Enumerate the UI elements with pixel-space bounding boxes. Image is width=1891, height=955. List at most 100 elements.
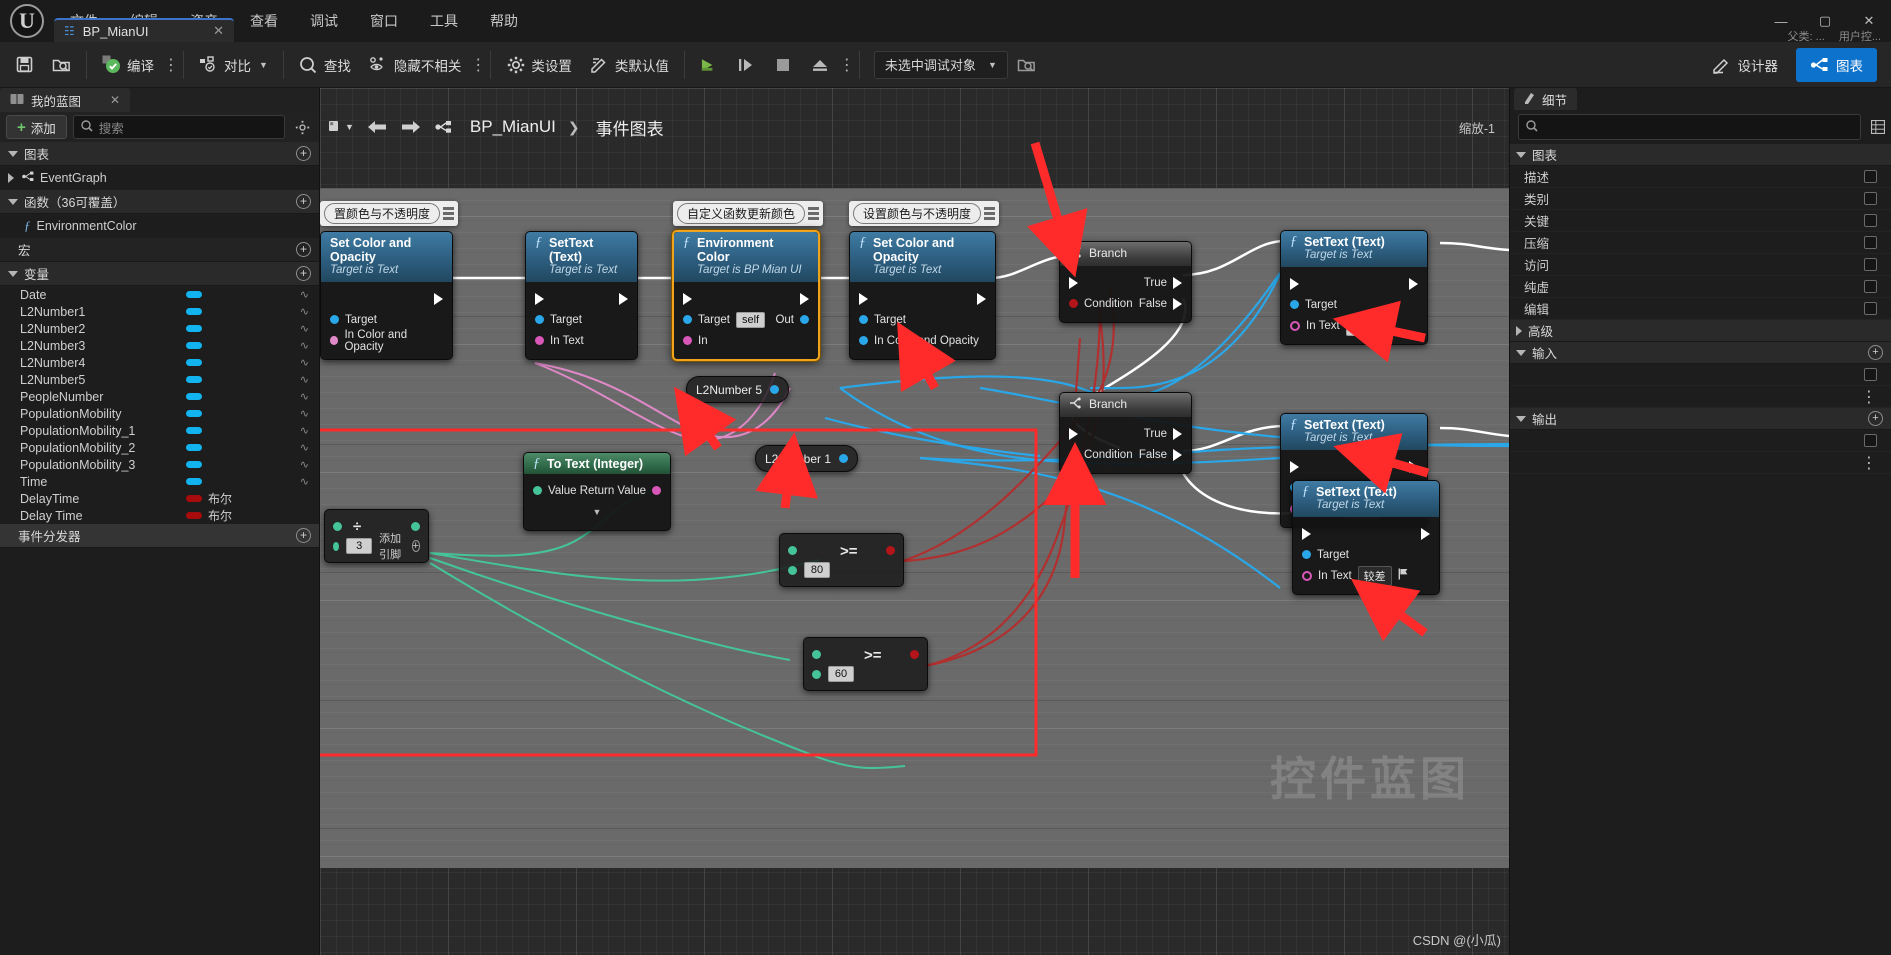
exec-true-pin[interactable] (1173, 277, 1182, 289)
condition-pin[interactable] (1069, 450, 1078, 459)
breadcrumb-current-label[interactable]: 事件图表 (596, 115, 664, 140)
details-property-row[interactable]: 访问 (1510, 254, 1891, 276)
add-input-button[interactable]: + (1868, 345, 1883, 360)
tree-section-event-dispatchers[interactable]: 事件分发器 + (0, 524, 319, 548)
exec-in-pin[interactable] (683, 293, 692, 305)
add-variable-button[interactable]: + (296, 266, 311, 281)
compile-options-button[interactable] (163, 62, 177, 68)
checkbox[interactable] (1864, 280, 1877, 293)
nav-back-button[interactable] (366, 119, 388, 135)
variable-visibility-icon[interactable]: ∿ (300, 424, 309, 437)
chevron-down-icon[interactable]: ▼ (593, 507, 602, 517)
operand-a-pin[interactable] (788, 546, 797, 555)
graph-mode-button[interactable]: 图表 (1796, 48, 1877, 82)
exec-out-pin[interactable] (800, 293, 809, 305)
variable-type-pill[interactable] (186, 461, 202, 468)
variable-row[interactable]: PopulationMobility_3∿ (0, 456, 319, 473)
details-property-control[interactable] (1864, 236, 1877, 249)
add-macro-button[interactable]: + (296, 242, 311, 257)
chevron-down-icon[interactable]: ▼ (259, 60, 268, 70)
variable-type-pill[interactable] (186, 308, 202, 315)
flag-icon[interactable] (1398, 568, 1409, 583)
save-button[interactable] (6, 48, 43, 82)
operand-b-pin[interactable] (333, 542, 339, 551)
tree-item-environmentcolor[interactable]: ƒ EnvironmentColor (0, 214, 319, 238)
target-pin[interactable] (330, 315, 339, 324)
details-section-outputs[interactable]: 输出 + (1510, 408, 1891, 430)
var-out-pin[interactable] (770, 385, 779, 394)
details-output-row-2[interactable] (1510, 452, 1891, 474)
add-button[interactable]: + 添加 (6, 115, 67, 139)
node-environment-color[interactable]: ƒ Environment Color Target is BP Mian UI… (672, 230, 820, 361)
out-pin[interactable] (800, 315, 809, 324)
add-event-dispatcher-button[interactable]: + (296, 528, 311, 543)
checkbox[interactable] (1864, 302, 1877, 315)
in-text-value-field[interactable]: 较差 (1358, 566, 1392, 586)
operand-a-pin[interactable] (812, 650, 821, 659)
target-pin[interactable] (1302, 550, 1311, 559)
exec-in-pin[interactable] (1290, 461, 1299, 473)
variable-type-pill[interactable] (186, 410, 202, 417)
exec-false-pin[interactable] (1173, 298, 1182, 310)
class-defaults-button[interactable]: 类默认值 (581, 48, 678, 82)
target-pin[interactable] (859, 315, 868, 324)
details-tab[interactable]: 细节 (1514, 88, 1577, 110)
node-expand-row[interactable]: ▼ (524, 501, 670, 522)
variable-visibility-icon[interactable]: ∿ (300, 475, 309, 488)
find-button[interactable]: 查找 (290, 48, 360, 82)
variable-row[interactable]: L2Number3∿ (0, 337, 319, 354)
add-graph-button[interactable]: + (296, 146, 311, 161)
play-button[interactable] (691, 48, 728, 82)
hide-unrelated-button[interactable]: 隐藏不相关 (360, 48, 471, 82)
more-options-icon[interactable] (1861, 453, 1877, 473)
details-property-control[interactable] (1864, 192, 1877, 205)
node-to-text-integer[interactable]: ƒ To Text (Integer) Value Return Value ▼ (523, 452, 671, 531)
chevron-right-icon[interactable] (8, 173, 14, 183)
variable-row[interactable]: DelayTime布尔 (0, 490, 319, 507)
exec-in-pin[interactable] (1302, 528, 1311, 540)
variable-type-pill[interactable] (186, 444, 202, 451)
graph-type-selector[interactable]: ▼ (328, 119, 354, 136)
details-property-row[interactable]: 压缩 (1510, 232, 1891, 254)
search-input[interactable]: 搜索 (73, 115, 285, 139)
checkbox[interactable] (1864, 170, 1877, 183)
variable-visibility-icon[interactable]: ∿ (300, 458, 309, 471)
exec-out-pin[interactable] (1409, 461, 1418, 473)
in-color-pin[interactable] (859, 336, 868, 345)
variable-row[interactable]: PopulationMobility∿ (0, 405, 319, 422)
details-output-row-1[interactable] (1510, 430, 1891, 452)
menu-help[interactable]: 帮助 (474, 0, 534, 42)
designer-mode-button[interactable]: 设计器 (1698, 48, 1793, 82)
ge80-operand-field[interactable]: 80 (804, 562, 830, 578)
node-var-l2number1[interactable]: L2Number 1 (755, 445, 858, 472)
variable-row[interactable]: Delay Time布尔 (0, 507, 319, 524)
menu-debug[interactable]: 调试 (294, 0, 354, 42)
variable-visibility-icon[interactable]: ∿ (300, 373, 309, 386)
variable-type-pill[interactable] (186, 342, 202, 349)
details-property-control[interactable] (1864, 258, 1877, 271)
value-pin[interactable] (533, 486, 542, 495)
details-property-row[interactable]: 类别 (1510, 188, 1891, 210)
target-value-field[interactable]: self (736, 312, 765, 328)
node-divide[interactable]: ÷ 3 添加引脚 + (324, 509, 429, 563)
target-pin[interactable] (1290, 300, 1299, 309)
variable-visibility-icon[interactable]: ∿ (300, 305, 309, 318)
breadcrumb-root-icon-button[interactable] (434, 119, 454, 135)
variable-type-pill[interactable] (186, 359, 202, 366)
class-settings-button[interactable]: 类设置 (497, 48, 581, 82)
checkbox[interactable] (1864, 192, 1877, 205)
variable-visibility-icon[interactable]: ∿ (300, 441, 309, 454)
browse-content-button[interactable] (43, 48, 80, 82)
variable-type-pill[interactable] (186, 478, 202, 485)
operand-b-pin[interactable] (812, 670, 821, 679)
checkbox[interactable] (1864, 434, 1877, 447)
asset-tab-bp-mianui[interactable]: ☷ BP_MianUI ✕ (54, 18, 234, 42)
step-button[interactable] (728, 48, 765, 82)
comment-bubble-set-color-2[interactable]: 设置颜色与不透明度 (849, 201, 999, 226)
variable-type-pill[interactable] (186, 376, 202, 383)
debug-object-select[interactable]: 未选中调试对象 ▼ (874, 51, 1008, 79)
variable-visibility-icon[interactable]: ∿ (300, 407, 309, 420)
pin-icon[interactable] (443, 207, 454, 220)
debug-browse-button[interactable] (1008, 48, 1045, 82)
pin-icon[interactable] (984, 207, 995, 220)
